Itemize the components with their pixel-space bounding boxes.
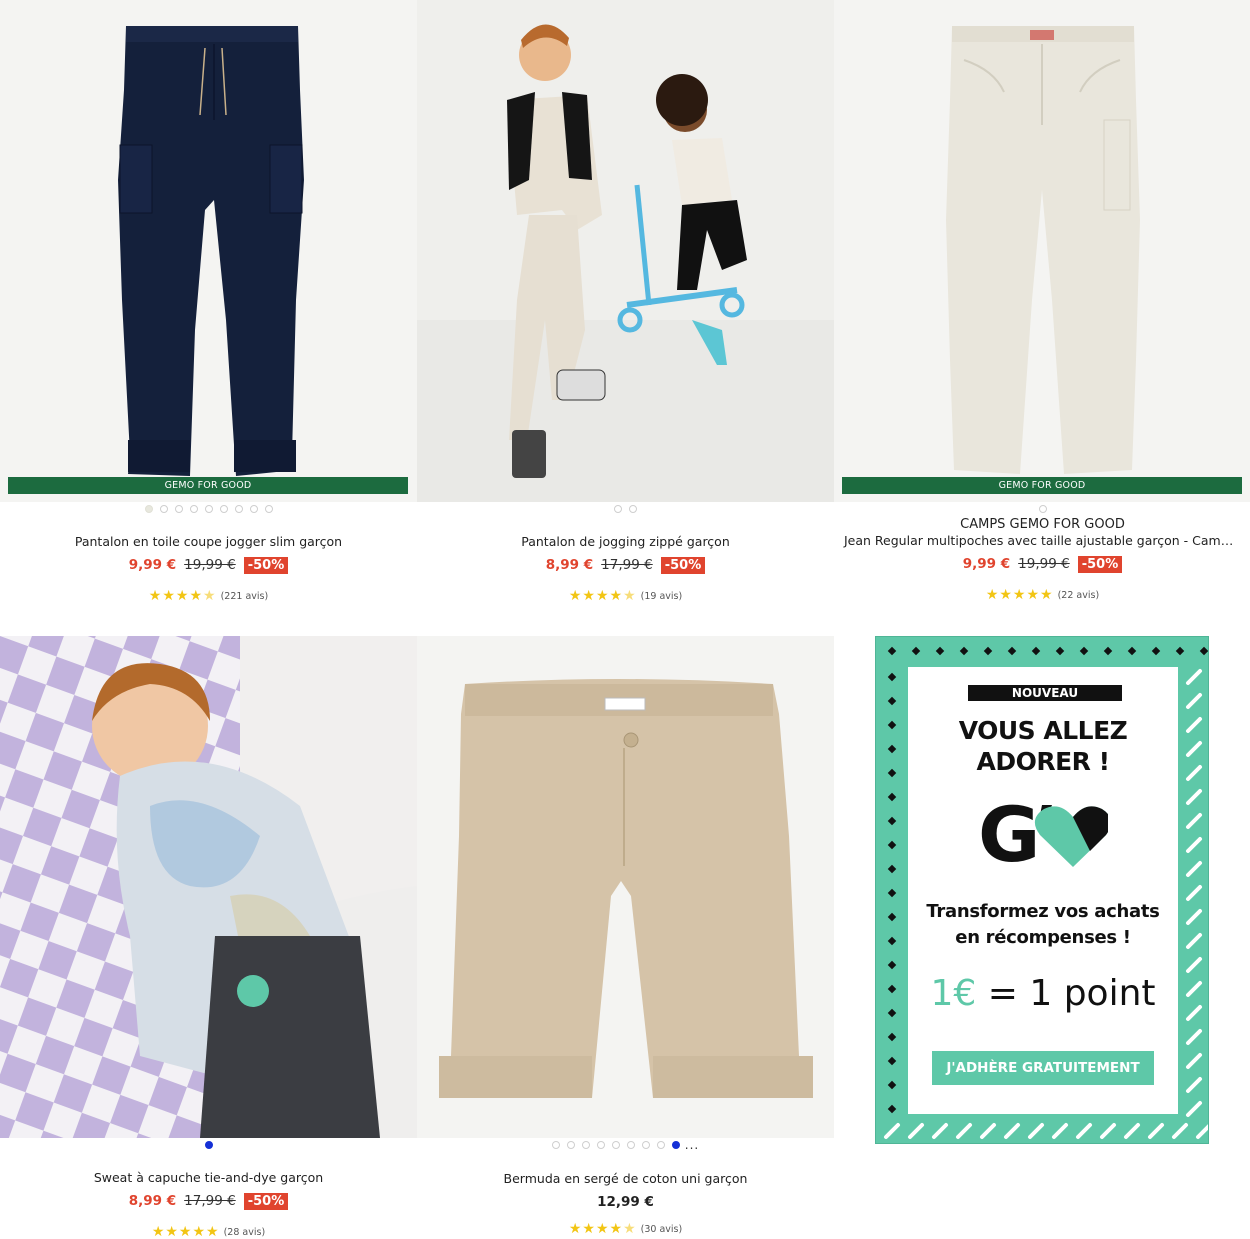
product-title[interactable]: Bermuda en sergé de coton uni garçon: [417, 1171, 834, 1187]
carousel-dot[interactable]: [1038, 505, 1047, 513]
logo-letter: G: [978, 797, 1040, 869]
review-count[interactable]: (30 avis): [641, 1224, 683, 1235]
review-count[interactable]: (221 avis): [221, 591, 269, 602]
carousel-dot[interactable]: [234, 505, 243, 513]
product-image[interactable]: [0, 636, 417, 1138]
current-price: 9,99 €: [128, 557, 177, 573]
star-rating-icon: ★★★★★: [148, 588, 217, 604]
product-title[interactable]: Sweat à capuche tie-and-dye garçon: [0, 1170, 417, 1186]
boy-tie-dye-hoodie-photo: [0, 636, 417, 1138]
ecru-jeans-image: [834, 0, 1250, 502]
promo-subtitle-line-2: en récompenses !: [955, 927, 1131, 948]
star-rating-icon: ★★★★★: [151, 1224, 220, 1239]
join-free-button[interactable]: J'ADHÈRE GRATUITEMENT: [932, 1051, 1154, 1085]
rate-point: 1 point: [1029, 973, 1156, 1014]
product-brand: CAMPS GEMO FOR GOOD: [960, 517, 1125, 532]
gemo-for-good-badge: GEMO FOR GOOD: [842, 477, 1242, 494]
carousel-dot[interactable]: [551, 1141, 560, 1149]
review-count[interactable]: (28 avis): [224, 1227, 266, 1238]
carousel-dot[interactable]: [614, 505, 622, 513]
promo-headline-line-1: VOUS ALLEZ: [958, 716, 1128, 745]
current-price: 9,99 €: [962, 556, 1011, 572]
star-rating-icon: ★★★★★: [568, 588, 637, 604]
carousel-dots[interactable]: [0, 503, 417, 515]
carousel-dot[interactable]: [596, 1141, 605, 1149]
carousel-dot[interactable]: [204, 505, 213, 513]
carousel-dots[interactable]: [417, 503, 834, 515]
new-tag: NOUVEAU: [968, 685, 1122, 701]
review-count[interactable]: (22 avis): [1058, 590, 1100, 601]
carousel-dot[interactable]: [159, 505, 168, 513]
rating[interactable]: ★★★★★ (22 avis): [834, 587, 1250, 603]
old-price: 17,99 €: [184, 1193, 236, 1209]
product-title[interactable]: Pantalon en toile coupe jogger slim garç…: [0, 534, 417, 550]
carousel-dot[interactable]: [189, 505, 198, 513]
star-rating-icon: ★★★★★: [568, 1221, 637, 1237]
carousel-dot[interactable]: [611, 1141, 620, 1149]
product-title[interactable]: Jean Regular multipoches avec taille aju…: [834, 533, 1250, 549]
loyalty-promo-banner[interactable]: NOUVEAU VOUS ALLEZ ADORER ! G Transforme…: [875, 636, 1209, 1144]
product-title[interactable]: Pantalon de jogging zippé garçon: [417, 534, 834, 550]
carousel-dot[interactable]: [219, 505, 228, 513]
carousel-dots[interactable]: [0, 1139, 417, 1151]
kids-playing-photo: [417, 0, 834, 502]
carousel-dot[interactable]: [566, 1141, 575, 1149]
carousel-dot[interactable]: [656, 1141, 665, 1149]
carousel-dot[interactable]: [671, 1141, 680, 1149]
promo-headline: VOUS ALLEZ ADORER !: [908, 715, 1178, 777]
carousel-dot[interactable]: [204, 1141, 213, 1149]
discount-badge: -50%: [1077, 555, 1123, 573]
promo-subtitle-line-1: Transformez vos achats: [926, 901, 1160, 922]
gemo-for-good-badge: GEMO FOR GOOD: [8, 477, 408, 494]
carousel-dot[interactable]: [264, 505, 273, 513]
rating[interactable]: ★★★★★ (19 avis): [417, 588, 834, 604]
promo-headline-line-2: ADORER !: [976, 747, 1110, 776]
beige-bermuda-shorts-image: [417, 636, 834, 1138]
heart-icon: [1034, 806, 1112, 867]
carousel-dot[interactable]: [629, 505, 637, 513]
carousel-dot[interactable]: [581, 1141, 590, 1149]
current-price: 12,99 €: [597, 1194, 654, 1210]
rating[interactable]: ★★★★★ (28 avis): [0, 1224, 417, 1239]
old-price: 19,99 €: [1018, 556, 1070, 572]
discount-badge: -50%: [243, 1192, 289, 1210]
carousel-dots[interactable]: ...: [417, 1138, 834, 1152]
old-price: 17,99 €: [601, 557, 653, 573]
promo-subtitle: Transformez vos achats en récompenses !: [908, 899, 1178, 951]
old-price: 19,99 €: [184, 557, 236, 573]
rate-equals: =: [987, 973, 1018, 1014]
product-image[interactable]: GEMO FOR GOOD: [834, 0, 1250, 502]
product-image[interactable]: [417, 0, 834, 502]
more-dots-indicator[interactable]: ...: [685, 1138, 699, 1152]
discount-badge: -50%: [660, 556, 706, 574]
review-count[interactable]: (19 avis): [641, 591, 683, 602]
navy-jogger-pants-image: [0, 0, 417, 502]
rating[interactable]: ★★★★★ (221 avis): [0, 588, 417, 604]
product-image[interactable]: GEMO FOR GOOD: [0, 0, 417, 502]
current-price: 8,99 €: [545, 557, 594, 573]
promo-panel: NOUVEAU VOUS ALLEZ ADORER ! G Transforme…: [908, 667, 1178, 1114]
carousel-dot[interactable]: [626, 1141, 635, 1149]
carousel-dot[interactable]: [174, 505, 183, 513]
rate-euro: 1€: [930, 973, 977, 1014]
gemo-loyalty-logo: G: [978, 790, 1112, 879]
carousel-dot[interactable]: [641, 1141, 650, 1149]
star-rating-icon: ★★★★★: [985, 587, 1054, 603]
carousel-dots[interactable]: [834, 503, 1250, 515]
points-rate: 1€ = 1 point: [908, 973, 1178, 1014]
carousel-dot[interactable]: [144, 505, 153, 513]
carousel-dot[interactable]: [249, 505, 258, 513]
rating[interactable]: ★★★★★ (30 avis): [417, 1221, 834, 1237]
product-image[interactable]: [417, 636, 834, 1138]
current-price: 8,99 €: [128, 1193, 177, 1209]
discount-badge: -50%: [243, 556, 289, 574]
